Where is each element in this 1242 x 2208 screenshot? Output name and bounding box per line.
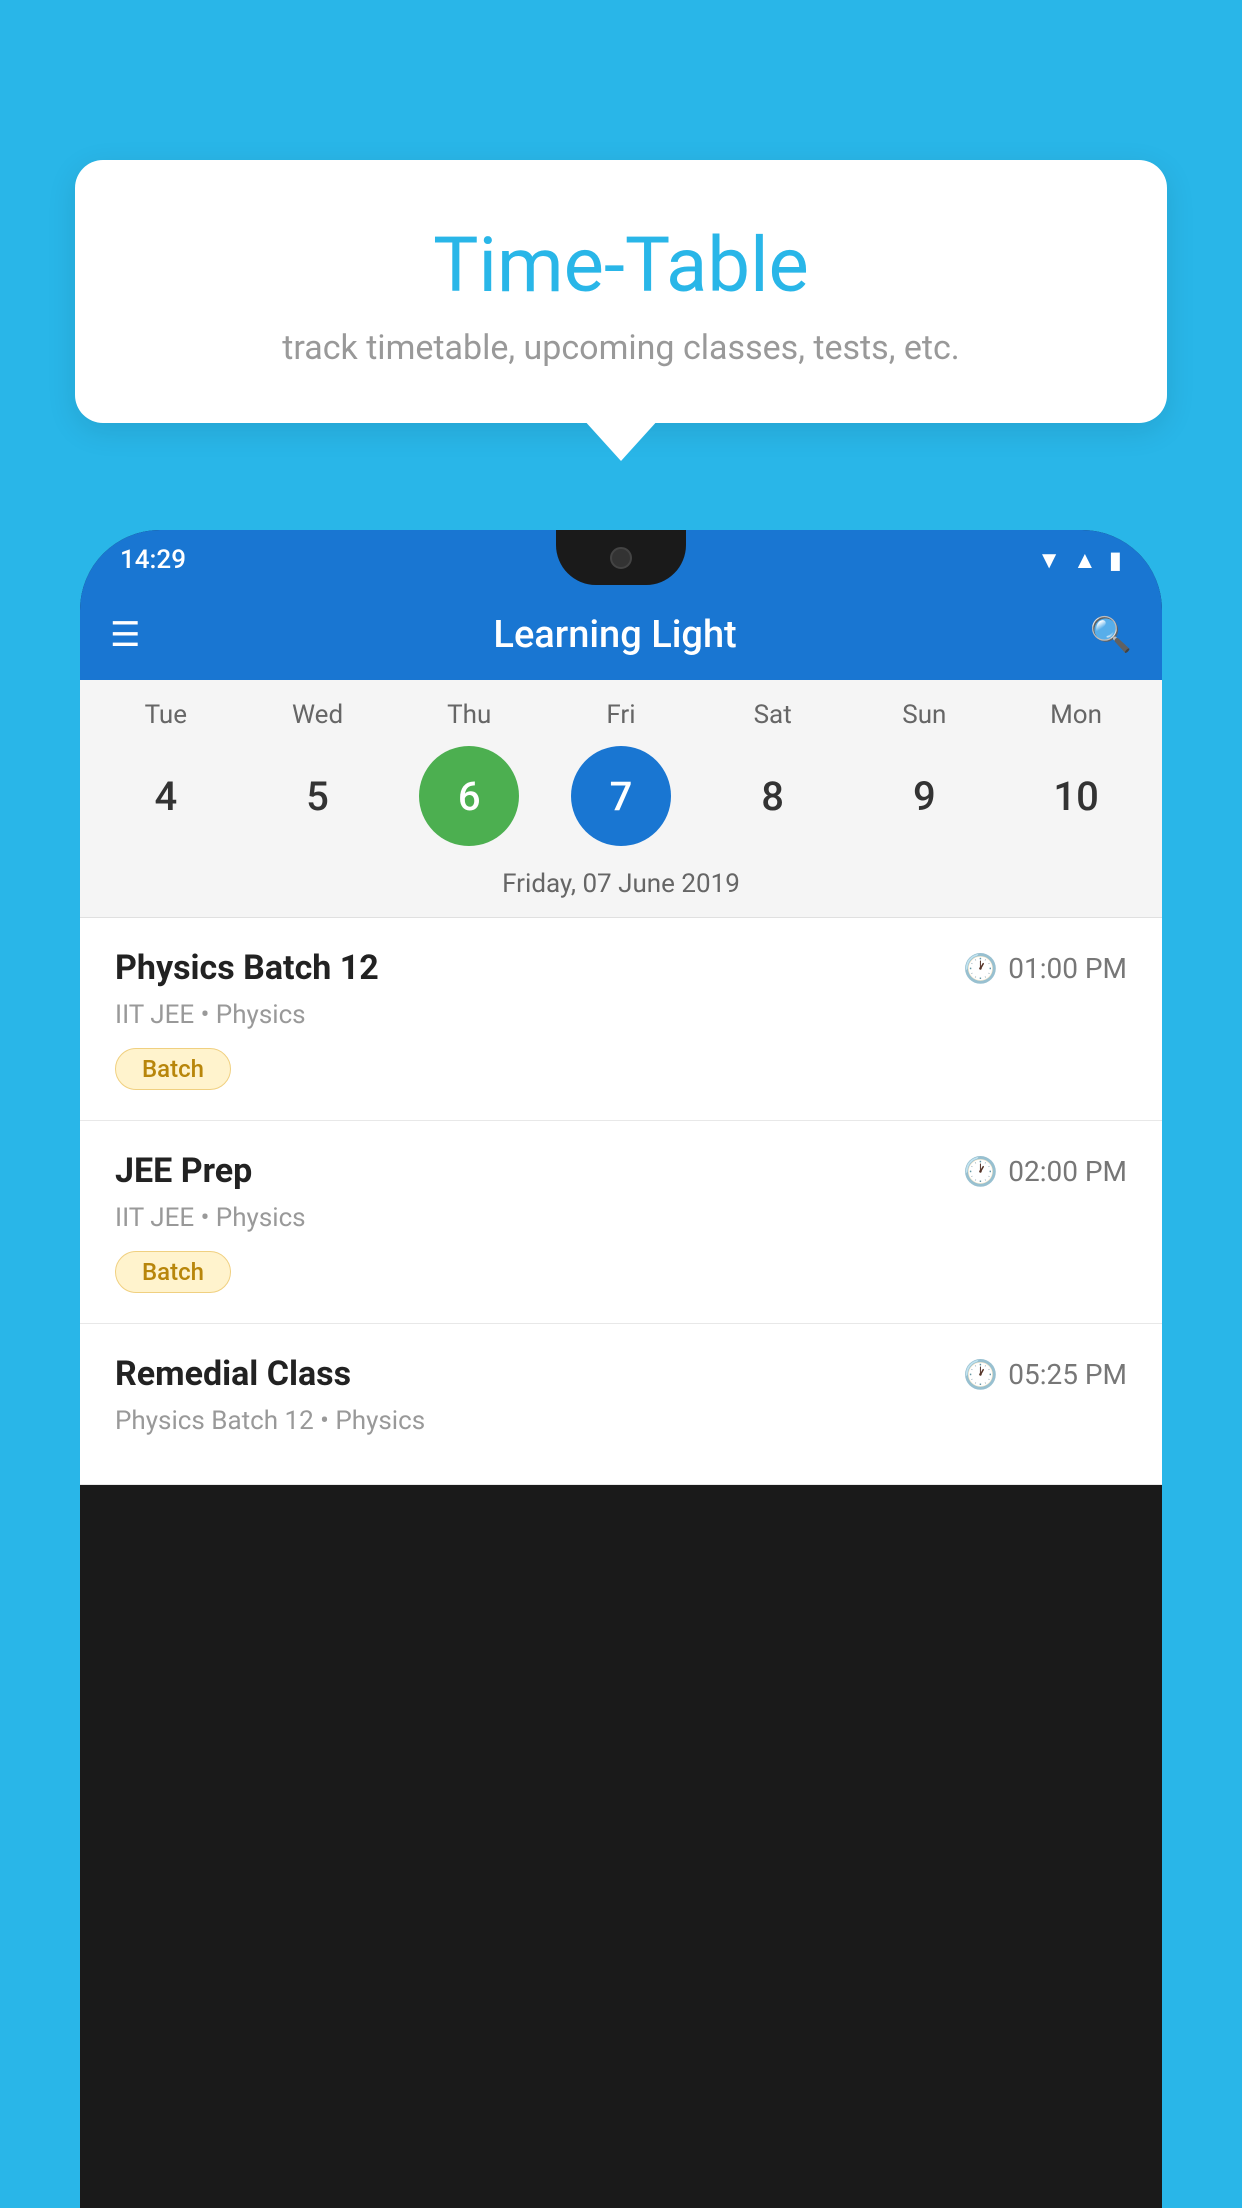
app-bar: ☰ Learning Light 🔍 bbox=[80, 590, 1162, 680]
wifi-icon: ▼ bbox=[1037, 546, 1061, 575]
status-time: 14:29 bbox=[120, 545, 186, 575]
phone-screen-inner: 14:29 ▼ ▲ ▮ ☰ Learning Light 🔍 Tue Wed T… bbox=[80, 530, 1162, 1485]
calendar-dates: 4 5 6 7 8 9 10 bbox=[80, 738, 1162, 861]
tooltip-subtitle: track timetable, upcoming classes, tests… bbox=[125, 328, 1117, 368]
date-8[interactable]: 8 bbox=[723, 746, 823, 846]
schedule-item-3-title: Remedial Class bbox=[115, 1354, 351, 1394]
schedule-item-1[interactable]: Physics Batch 12 🕐 01:00 PM IIT JEE • Ph… bbox=[80, 918, 1162, 1121]
date-6-today[interactable]: 6 bbox=[419, 746, 519, 846]
camera bbox=[610, 547, 632, 569]
schedule-item-2-header: JEE Prep 🕐 02:00 PM bbox=[115, 1151, 1127, 1191]
search-icon[interactable]: 🔍 bbox=[1090, 615, 1132, 655]
hamburger-icon[interactable]: ☰ bbox=[110, 615, 140, 655]
day-fri: Fri bbox=[556, 700, 686, 730]
app-bar-title: Learning Light bbox=[493, 613, 736, 657]
calendar-strip: Tue Wed Thu Fri Sat Sun Mon 4 5 6 7 8 9 … bbox=[80, 680, 1162, 918]
signal-icon: ▲ bbox=[1073, 546, 1097, 575]
schedule-item-3[interactable]: Remedial Class 🕐 05:25 PM Physics Batch … bbox=[80, 1324, 1162, 1485]
day-thu: Thu bbox=[404, 700, 534, 730]
date-7-selected[interactable]: 7 bbox=[571, 746, 671, 846]
schedule-item-1-time: 🕐 01:00 PM bbox=[963, 952, 1127, 985]
status-bar: 14:29 ▼ ▲ ▮ bbox=[80, 530, 1162, 590]
calendar-days-header: Tue Wed Thu Fri Sat Sun Mon bbox=[80, 700, 1162, 738]
schedule-item-3-sub: Physics Batch 12 • Physics bbox=[115, 1406, 1127, 1436]
clock-icon-1: 🕐 bbox=[963, 952, 998, 985]
phone-frame: 14:29 ▼ ▲ ▮ ☰ Learning Light 🔍 Tue Wed T… bbox=[80, 530, 1162, 2208]
date-4[interactable]: 4 bbox=[116, 746, 216, 846]
schedule-item-3-header: Remedial Class 🕐 05:25 PM bbox=[115, 1354, 1127, 1394]
date-10[interactable]: 10 bbox=[1026, 746, 1126, 846]
selected-date-label: Friday, 07 June 2019 bbox=[80, 861, 1162, 918]
date-5[interactable]: 5 bbox=[268, 746, 368, 846]
battery-icon: ▮ bbox=[1109, 546, 1122, 574]
schedule-item-1-batch-tag: Batch bbox=[115, 1048, 231, 1090]
schedule-item-2-title: JEE Prep bbox=[115, 1151, 252, 1191]
tooltip-card: Time-Table track timetable, upcoming cla… bbox=[75, 160, 1167, 423]
day-wed: Wed bbox=[253, 700, 383, 730]
schedule-container: Physics Batch 12 🕐 01:00 PM IIT JEE • Ph… bbox=[80, 918, 1162, 1485]
status-icons: ▼ ▲ ▮ bbox=[1037, 546, 1122, 575]
clock-icon-2: 🕐 bbox=[963, 1155, 998, 1188]
schedule-item-3-time: 🕐 05:25 PM bbox=[963, 1358, 1127, 1391]
schedule-item-2[interactable]: JEE Prep 🕐 02:00 PM IIT JEE • Physics Ba… bbox=[80, 1121, 1162, 1324]
notch bbox=[556, 530, 686, 585]
day-mon: Mon bbox=[1011, 700, 1141, 730]
schedule-item-2-batch-tag: Batch bbox=[115, 1251, 231, 1293]
schedule-item-1-sub: IIT JEE • Physics bbox=[115, 1000, 1127, 1030]
tooltip-title: Time-Table bbox=[125, 220, 1117, 310]
schedule-item-1-header: Physics Batch 12 🕐 01:00 PM bbox=[115, 948, 1127, 988]
schedule-item-2-sub: IIT JEE • Physics bbox=[115, 1203, 1127, 1233]
date-9[interactable]: 9 bbox=[874, 746, 974, 846]
day-sun: Sun bbox=[859, 700, 989, 730]
day-tue: Tue bbox=[101, 700, 231, 730]
day-sat: Sat bbox=[708, 700, 838, 730]
schedule-item-1-title: Physics Batch 12 bbox=[115, 948, 379, 988]
schedule-item-2-time: 🕐 02:00 PM bbox=[963, 1155, 1127, 1188]
clock-icon-3: 🕐 bbox=[963, 1358, 998, 1391]
